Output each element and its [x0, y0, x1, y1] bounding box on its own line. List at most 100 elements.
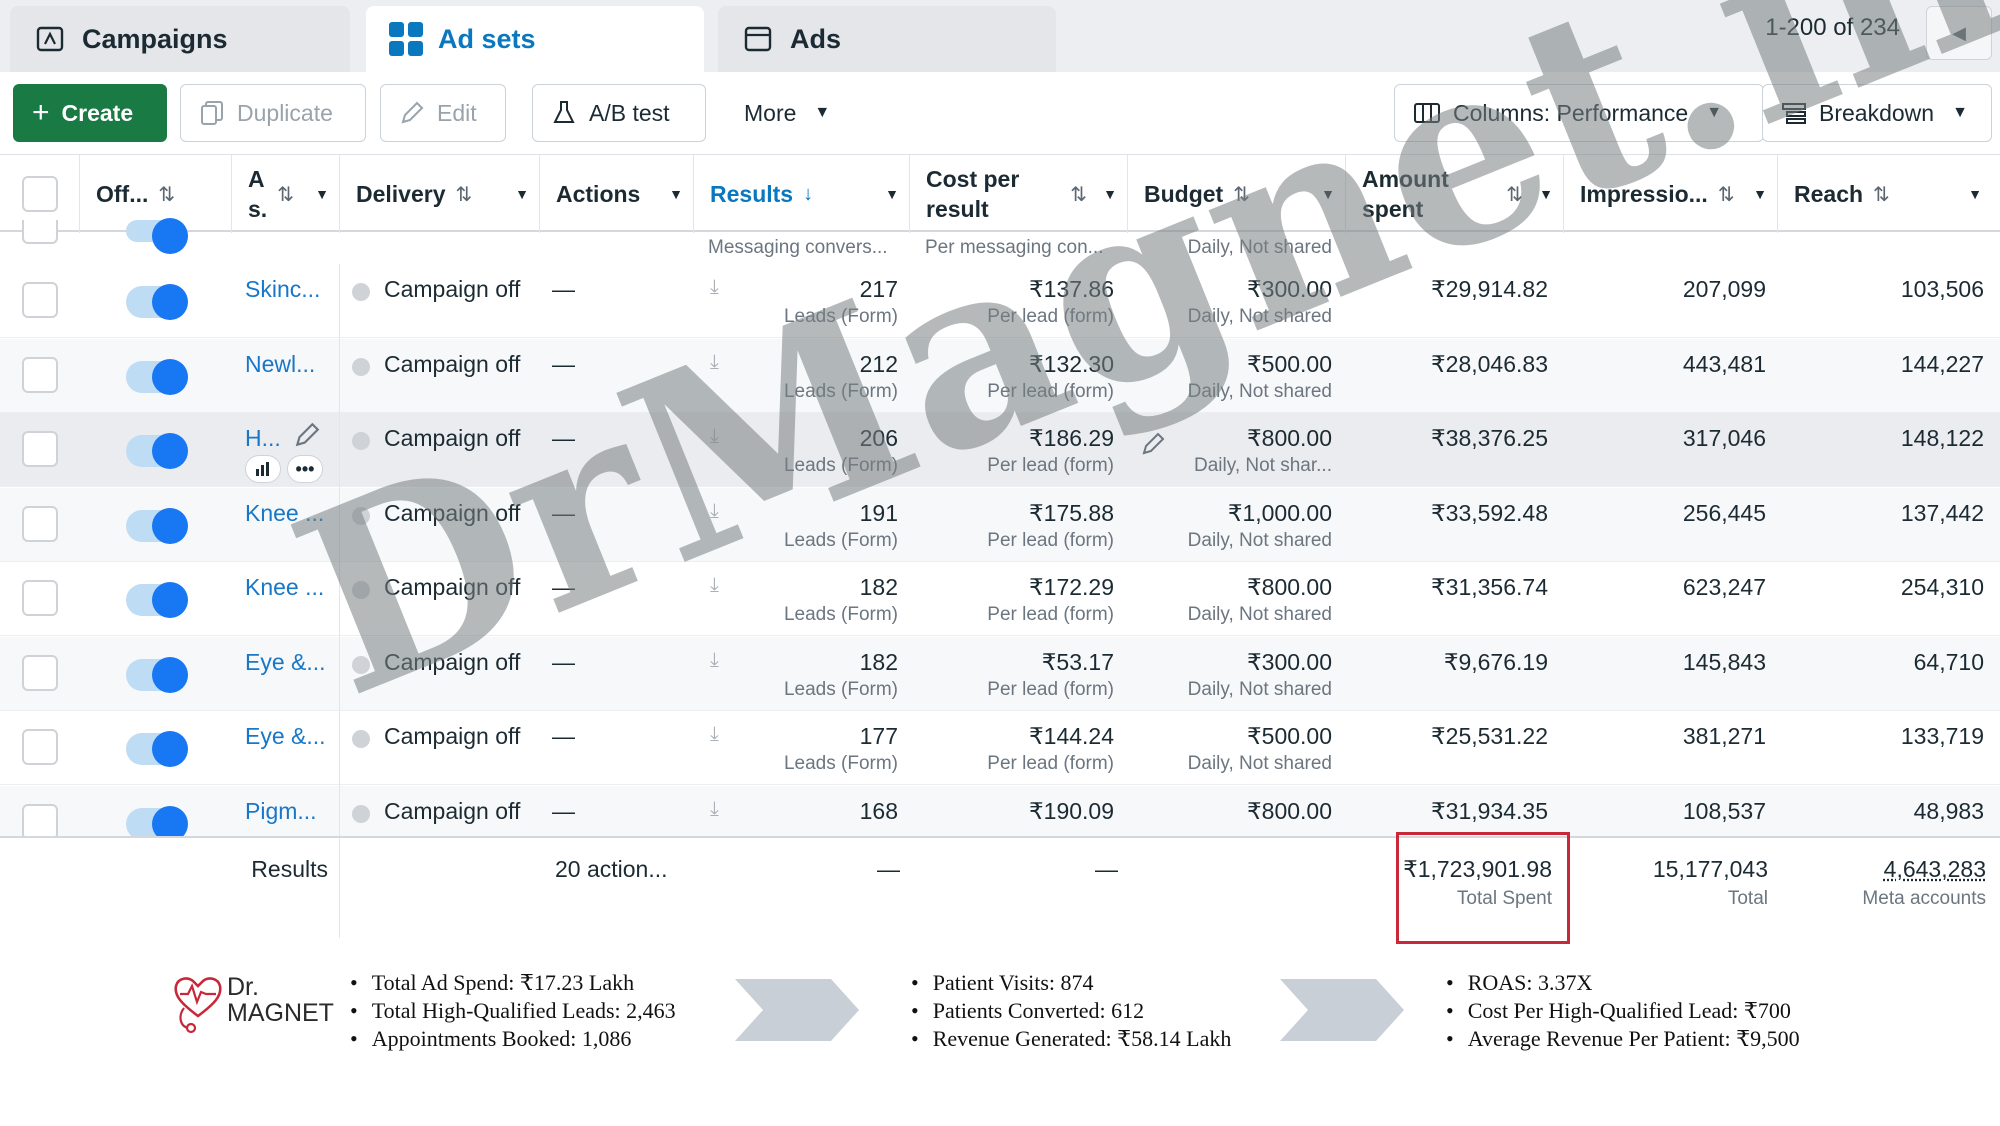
header-ad-set-name[interactable]: As. ⇅ ▼: [232, 155, 340, 233]
caret-down-icon: ▼: [1753, 186, 1767, 202]
toggle-switch[interactable]: [126, 507, 188, 544]
header-ad-set-name-label: As.: [248, 164, 267, 224]
caret-down-icon: ▼: [1968, 186, 1982, 202]
toggle-switch[interactable]: [126, 433, 188, 469]
edit-budget-icon[interactable]: [1140, 431, 1166, 462]
totals-label: Results: [251, 856, 328, 882]
cost-value: ₹172.29: [1029, 574, 1114, 600]
row-checkbox[interactable]: [22, 803, 58, 840]
select-all-checkbox[interactable]: [21, 176, 58, 212]
table-row[interactable]: Newl... Campaign off — ⤓ 212 Leads (Form) ₹132…: [0, 338, 2000, 413]
header-as-line2: s.: [248, 196, 268, 222]
impressions-value: 256,445: [1682, 499, 1766, 526]
row-checkbox[interactable]: [22, 356, 58, 393]
summary-item: Patients Converted: 612: [911, 997, 1231, 1025]
header-delivery[interactable]: Delivery ⇅ ▼: [340, 155, 540, 233]
row-checkbox[interactable]: [22, 220, 58, 244]
header-cost-per-result[interactable]: Cost per result ⇅ ▼: [910, 155, 1128, 233]
toggle-switch[interactable]: [126, 656, 188, 693]
table-row[interactable]: Eye &... Campaign off — ⤓ 182 Leads (Form) ₹53…: [0, 636, 2000, 711]
ad-set-name-link[interactable]: Knee ...: [245, 574, 324, 601]
table-row[interactable]: H... ••• Campaign off — ⤓ 206 Leads (Form) ₹186…: [0, 413, 2000, 487]
header-impressions[interactable]: Impressio... ⇅ ▼: [1564, 155, 1778, 233]
previous-page-button[interactable]: ◀: [1926, 6, 1992, 60]
results-sub: Leads (Form): [783, 678, 898, 700]
toggle-switch[interactable]: [126, 582, 188, 618]
row-checkbox[interactable]: [22, 654, 58, 691]
budget-value: ₹500.00: [1247, 723, 1332, 749]
arrow-right-icon: [1280, 979, 1404, 1041]
duplicate-button[interactable]: Duplicate: [180, 84, 366, 142]
ad-set-name-link[interactable]: Eye &...: [245, 649, 326, 676]
breakdown-button[interactable]: Breakdown ▼: [1762, 84, 1992, 142]
header-amount-line2: spent: [1362, 196, 1424, 222]
summary-item: ROAS: 3.37X: [1446, 969, 1800, 997]
caret-down-icon: ▼: [1539, 186, 1553, 202]
tab-campaigns[interactable]: Campaigns: [10, 6, 350, 72]
header-results[interactable]: Results ↓ ▼: [694, 155, 910, 233]
toggle-switch[interactable]: [126, 284, 188, 320]
row-checkbox[interactable]: [22, 729, 58, 765]
row-checkbox[interactable]: [22, 580, 58, 616]
table-row[interactable]: Eye &... Campaign off — ⤓ 177 Leads (Form) ₹14…: [0, 711, 2000, 785]
row-checkbox[interactable]: [22, 282, 58, 318]
edit-button[interactable]: Edit: [380, 84, 506, 142]
pager-text: 1-200 of 234: [1765, 14, 1900, 41]
columns-button[interactable]: Columns: Performance ▼: [1394, 84, 1764, 142]
toggle-switch[interactable]: [126, 358, 188, 395]
table-row[interactable]: Knee ... Campaign off — ⤓ 182 Leads (Form) ₹17…: [0, 562, 2000, 636]
chart-icon[interactable]: [245, 455, 281, 483]
row-checkbox[interactable]: [22, 431, 58, 467]
amount-spent-value: ₹31,356.74: [1431, 574, 1548, 600]
actions-value: —: [552, 723, 575, 749]
header-reach[interactable]: Reach ⇅ ▼: [1778, 155, 2000, 233]
ad-set-name-link[interactable]: Eye &...: [245, 723, 326, 750]
download-icon: ⤓: [710, 499, 719, 522]
summary-item: Average Revenue Per Patient: ₹9,500: [1446, 1025, 1800, 1053]
tab-ad-sets[interactable]: Ad sets: [366, 6, 704, 72]
caret-down-icon: ▼: [1952, 104, 1968, 121]
header-results-label: Results: [710, 180, 794, 207]
cost-value: ₹137.86: [1029, 276, 1114, 302]
results-sub: Leads (Form): [783, 529, 898, 551]
ad-set-name-link[interactable]: H...: [245, 425, 281, 452]
header-budget[interactable]: Budget ⇅ ▼: [1128, 155, 1346, 233]
header-actions[interactable]: Actions ▼: [540, 155, 694, 233]
grid-icon: [388, 21, 424, 57]
sort-icon: ⇅: [1506, 183, 1523, 206]
tab-ads[interactable]: Ads: [718, 6, 1056, 72]
more-options-icon[interactable]: •••: [287, 455, 323, 483]
caret-down-icon: ▼: [669, 186, 683, 202]
actions-value: —: [552, 648, 575, 675]
row-checkbox[interactable]: [22, 505, 58, 542]
header-off-label: Off...: [96, 180, 149, 207]
toggle-switch[interactable]: [126, 731, 188, 767]
more-button[interactable]: More ▼: [726, 84, 852, 142]
results-sub: Leads (Form): [783, 306, 898, 327]
toggle-switch[interactable]: [126, 805, 188, 842]
impressions-value: 207,099: [1682, 276, 1766, 302]
cost-sub: Per lead (form): [987, 678, 1114, 700]
delivery-status: Campaign off: [384, 648, 521, 675]
download-icon: ⤓: [710, 723, 719, 745]
sort-icon: ⇅: [158, 183, 176, 206]
create-button[interactable]: + Create: [13, 84, 167, 142]
totals-reach[interactable]: 4,643,283: [1884, 856, 1986, 883]
toggle-switch[interactable]: [126, 218, 188, 254]
budget-sub: Daily, Not shared: [1187, 604, 1332, 625]
caret-down-icon: ▼: [315, 186, 329, 202]
chevron-left-icon: ◀: [1952, 22, 1966, 43]
edit-pencil-icon[interactable]: [293, 421, 321, 454]
ad-set-name-link[interactable]: Skinc...: [245, 276, 320, 303]
table-row[interactable]: Knee ... Campaign off — ⤓ 191 Leads (Form) ₹17…: [0, 487, 2000, 562]
ad-set-name-link[interactable]: Knee ...: [245, 500, 324, 527]
sort-icon: ⇅: [1070, 183, 1087, 206]
summary-list-patients: Patient Visits: 874 Patients Converted: …: [911, 969, 1232, 1053]
header-amount-spent[interactable]: Amount spent ⇅ ▼: [1346, 155, 1564, 233]
delivery-status: Campaign off: [384, 723, 521, 749]
results-value: 206: [859, 425, 898, 451]
table-row[interactable]: Skinc... Campaign off — ⤓ 217 Leads (Form) ₹13…: [0, 264, 2000, 338]
ab-test-button[interactable]: A/B test: [532, 84, 706, 142]
ad-set-name-link[interactable]: Newl...: [245, 351, 315, 378]
ad-set-name-link[interactable]: Pigm...: [245, 798, 317, 825]
